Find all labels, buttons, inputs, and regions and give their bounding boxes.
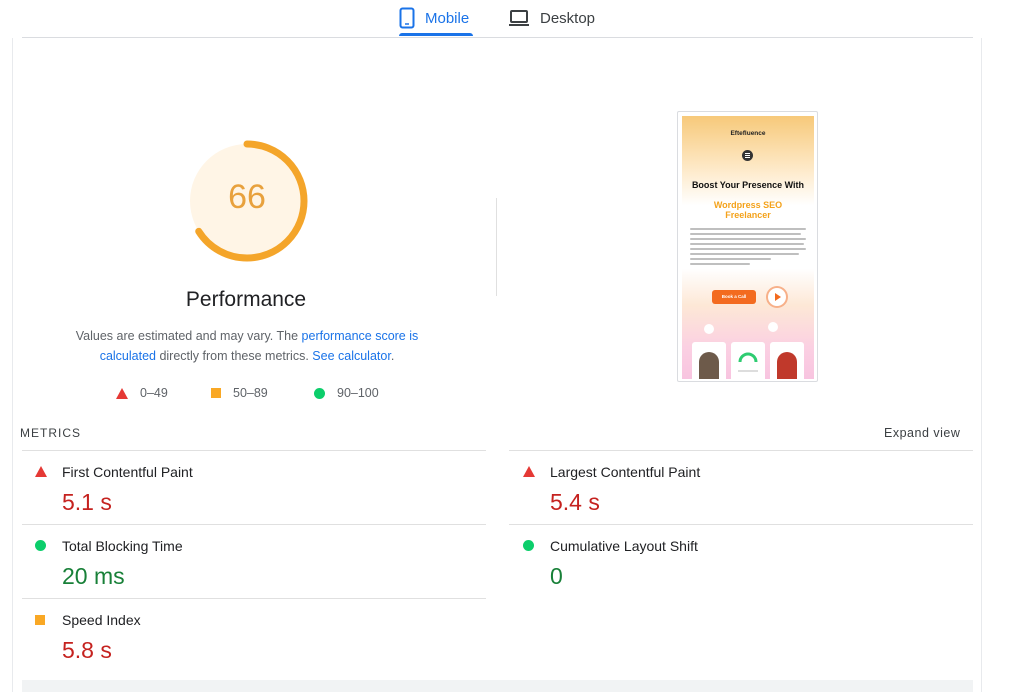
fail-triangle-icon <box>523 466 535 477</box>
section-divider <box>496 198 497 296</box>
average-square-icon <box>211 388 221 398</box>
preview-card-person-right <box>770 342 804 379</box>
preview-play-icon <box>768 288 786 306</box>
metric-value: 5.8 s <box>62 637 112 663</box>
score-legend: 0–49 50–89 90–100 <box>0 386 500 404</box>
pass-circle-icon <box>35 540 46 551</box>
tab-desktop[interactable]: Desktop <box>508 0 608 36</box>
metrics-divider <box>22 598 486 599</box>
active-tab-indicator <box>399 33 473 36</box>
metric-title: Largest Contentful Paint <box>550 464 701 480</box>
tab-mobile-label: Mobile <box>425 9 470 27</box>
desc-text-1: Values are estimated and may vary. The <box>75 329 302 343</box>
phone-icon <box>399 7 415 29</box>
expand-view-toggle[interactable]: Expand view <box>884 426 960 440</box>
preview-google-icon <box>704 324 714 334</box>
legend-fail-label: 0–49 <box>140 386 168 400</box>
preview-person-image <box>699 352 719 379</box>
desc-text-2: directly from these metrics. <box>155 349 313 363</box>
preview-person-image <box>777 352 797 379</box>
metrics-divider <box>22 450 486 451</box>
average-square-icon <box>35 615 45 625</box>
pass-circle-icon <box>314 387 325 399</box>
metrics-heading: METRICS <box>20 426 81 440</box>
metrics-divider <box>509 450 973 451</box>
metric-value: 20 ms <box>62 563 125 589</box>
desc-text-3: . <box>390 349 395 363</box>
pass-circle-icon <box>523 540 534 551</box>
performance-description: Values are estimated and may vary. The p… <box>62 326 432 366</box>
card-border-left <box>12 38 13 692</box>
preview-highlight: Wordpress SEO Freelancer <box>713 200 783 220</box>
performance-score: 66 <box>228 178 266 216</box>
metric-value: 5.1 s <box>62 489 112 515</box>
legend-fail: 0–49 <box>116 386 168 400</box>
metric-value: 0 <box>550 563 563 589</box>
card-border-right <box>981 38 982 692</box>
tabs-divider <box>22 37 973 38</box>
laptop-icon <box>509 10 529 26</box>
preview-social-icon <box>768 322 778 332</box>
preview-menu-icon <box>742 150 753 161</box>
performance-title: Performance <box>185 288 307 311</box>
fail-triangle-icon <box>35 466 47 477</box>
next-section-bar <box>22 680 973 692</box>
preview-cta-button: Book a Call <box>712 290 756 304</box>
tab-desktop-label: Desktop <box>540 9 596 27</box>
preview-logo: Eftefluence <box>730 130 766 137</box>
preview-card-person-left <box>692 342 726 379</box>
legend-average-label: 50–89 <box>233 386 268 400</box>
metric-title: First Contentful Paint <box>62 464 193 480</box>
fail-triangle-icon <box>116 387 128 399</box>
tab-mobile[interactable]: Mobile <box>399 0 473 36</box>
device-tabs: Mobile Desktop <box>0 0 1024 38</box>
preview-card-chart <box>731 342 765 379</box>
see-calculator-link[interactable]: See calculator <box>312 349 391 363</box>
preview-gauge-icon <box>738 352 758 372</box>
preview-paragraph <box>690 228 806 268</box>
metrics-divider <box>22 524 486 525</box>
preview-page: Eftefluence Boost Your Presence With Wor… <box>682 116 814 379</box>
legend-pass: 90–100 <box>314 386 379 400</box>
legend-average: 50–89 <box>211 386 268 400</box>
page-screenshot-preview[interactable]: Eftefluence Boost Your Presence With Wor… <box>677 111 818 382</box>
legend-pass-label: 90–100 <box>337 386 379 400</box>
metric-value: 5.4 s <box>550 489 600 515</box>
metrics-divider <box>509 524 973 525</box>
metric-title: Cumulative Layout Shift <box>550 538 698 554</box>
metric-title: Speed Index <box>62 612 141 628</box>
preview-heading: Boost Your Presence With <box>691 180 805 190</box>
metric-title: Total Blocking Time <box>62 538 183 554</box>
